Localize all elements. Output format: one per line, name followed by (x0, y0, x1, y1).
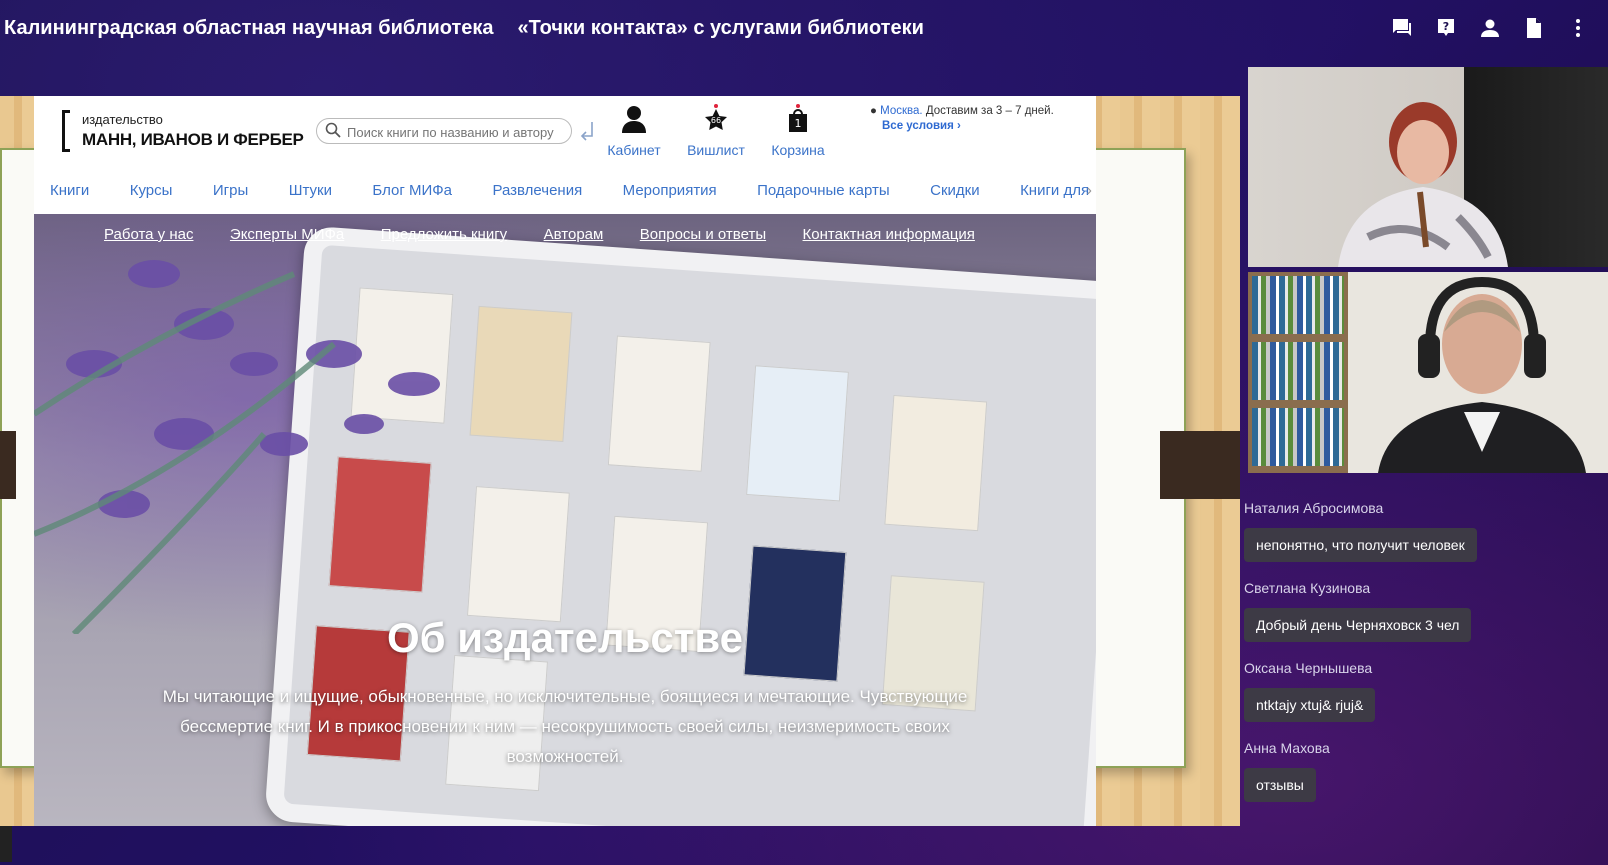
chat-bubble: Добрый день Черняховск 3 чел (1244, 608, 1472, 642)
participant-video-2[interactable] (1248, 272, 1608, 473)
chat-message: Наталия Абросимова непонятно, что получи… (1244, 500, 1544, 562)
logo-subtitle: издательство (82, 112, 163, 127)
city-link[interactable]: Москва. (880, 105, 922, 117)
chat-author: Наталия Абросимова (1244, 500, 1384, 516)
help-icon[interactable]: ? (1434, 16, 1458, 40)
participant-video-1[interactable] (1248, 67, 1608, 267)
nav-events[interactable]: Мероприятия (623, 182, 717, 199)
subnav-propose-book[interactable]: Предложить книгу (381, 226, 507, 243)
nav-scroll-right-icon[interactable]: › (1087, 182, 1092, 200)
left-clip (0, 431, 16, 499)
hero-title: Об издательстве (387, 614, 743, 661)
cart-link[interactable]: 1 Корзина (763, 104, 833, 158)
sub-nav: Работа у нас Эксперты МИФа Предложить кн… (104, 226, 1007, 244)
document-icon[interactable] (1522, 16, 1546, 40)
shared-screen: издательство МАНН, ИВАНОВ И ФЕРБЕР Кабин… (0, 96, 1240, 826)
wishlist-label: Вишлист (687, 142, 745, 158)
nav-games[interactable]: Игры (213, 182, 248, 199)
grid-icon[interactable] (0, 826, 12, 862)
subnav-authors[interactable]: Авторам (544, 226, 604, 243)
chat-panel: Наталия Абросимова непонятно, что получи… (1244, 500, 1544, 820)
top-toolbar: ? (1390, 16, 1590, 40)
cabinet-link[interactable]: Кабинет (599, 104, 669, 158)
meeting-title: Калининградская областная научная библио… (4, 17, 948, 40)
bag-icon: 1 (789, 104, 807, 132)
chat-author: Светлана Кузинова (1244, 580, 1371, 596)
chat-bubble: отзывы (1244, 768, 1316, 802)
nav-discounts[interactable]: Скидки (930, 182, 979, 199)
location-pin-icon: ● (870, 105, 877, 117)
wishlist-count: 66 (711, 116, 721, 125)
book-cover (746, 365, 849, 502)
user-icon (622, 106, 646, 133)
subnav-experts[interactable]: Эксперты МИФа (230, 226, 344, 243)
right-clip (1160, 431, 1240, 499)
participant-figure (1338, 102, 1508, 267)
nav-books[interactable]: Книги (50, 182, 89, 199)
book-cover (607, 335, 711, 472)
chat-message: Анна Махова отзывы (1244, 740, 1544, 802)
hero-banner: Работа у нас Эксперты МИФа Предложить кн… (34, 214, 1096, 826)
chat-bubble: ntktajy xtuj& rjuj& (1244, 688, 1376, 722)
shelf-row (1252, 342, 1344, 400)
nav-entertainment[interactable]: Развлечения (492, 182, 582, 199)
chat-bubble: непонятно, что получит человек (1244, 528, 1477, 562)
shelf-row (1252, 276, 1344, 334)
search-box[interactable] (316, 118, 572, 144)
nav-gift-cards[interactable]: Подарочные карты (757, 182, 890, 199)
cart-label: Корзина (771, 142, 825, 158)
cabinet-label: Кабинет (607, 142, 661, 158)
cart-count: 1 (795, 117, 802, 130)
organization-name: Калининградская областная научная библио… (4, 17, 494, 39)
bookshelf (1248, 272, 1348, 473)
delivery-info: ● Москва. Доставим за 3 – 7 дней. Все ус… (870, 104, 1054, 134)
shelf-row (1252, 408, 1344, 466)
nav-things[interactable]: Штуки (289, 182, 332, 199)
subnav-contacts[interactable]: Контактная информация (803, 226, 975, 243)
nav-books-for[interactable]: Книги для (1020, 182, 1089, 199)
nav-courses[interactable]: Курсы (130, 182, 173, 199)
hero-text: Мы читающие и ищущие, обыкновенные, но и… (162, 687, 968, 766)
svg-text:?: ? (1443, 20, 1449, 33)
chat-author: Анна Махова (1244, 740, 1330, 756)
logo-name: МАНН, ИВАНОВ И ФЕРБЕР (82, 130, 304, 149)
main-nav: Книги Курсы Игры Штуки Блог МИФа Развлеч… (34, 182, 1096, 212)
star-icon: 66 (705, 104, 727, 130)
participant-figure (1378, 276, 1586, 473)
more-vert-icon[interactable] (1566, 16, 1590, 40)
chat-icon[interactable] (1390, 16, 1414, 40)
site-header: издательство МАНН, ИВАНОВ И ФЕРБЕР Кабин… (34, 96, 1096, 158)
subnav-faq[interactable]: Вопросы и ответы (640, 226, 766, 243)
top-bar: Калининградская областная научная библио… (0, 0, 1608, 58)
lavender-image (34, 260, 440, 634)
search-icon (325, 122, 341, 138)
delivery-text: Доставим за 3 – 7 дней. (922, 105, 1054, 117)
publisher-website: издательство МАНН, ИВАНОВ И ФЕРБЕР Кабин… (34, 96, 1096, 826)
person-icon[interactable] (1478, 16, 1502, 40)
wishlist-link[interactable]: 66 Вишлист (681, 104, 751, 158)
conditions-link[interactable]: Все условия › (882, 119, 1054, 134)
event-name: «Точки контакта» с услугами библиотеки (517, 17, 924, 39)
logo-bracket (62, 110, 70, 152)
enter-icon[interactable] (580, 120, 596, 142)
search-input[interactable] (345, 122, 569, 142)
nav-blog[interactable]: Блог МИФа (372, 182, 452, 199)
chat-message: Светлана Кузинова Добрый день Черняховск… (1244, 580, 1544, 642)
book-cover (884, 394, 988, 532)
subnav-careers[interactable]: Работа у нас (104, 226, 193, 243)
chat-author: Оксана Чернышева (1244, 660, 1373, 676)
chat-message: Оксана Чернышева ntktajy xtuj& rjuj& (1244, 660, 1544, 722)
